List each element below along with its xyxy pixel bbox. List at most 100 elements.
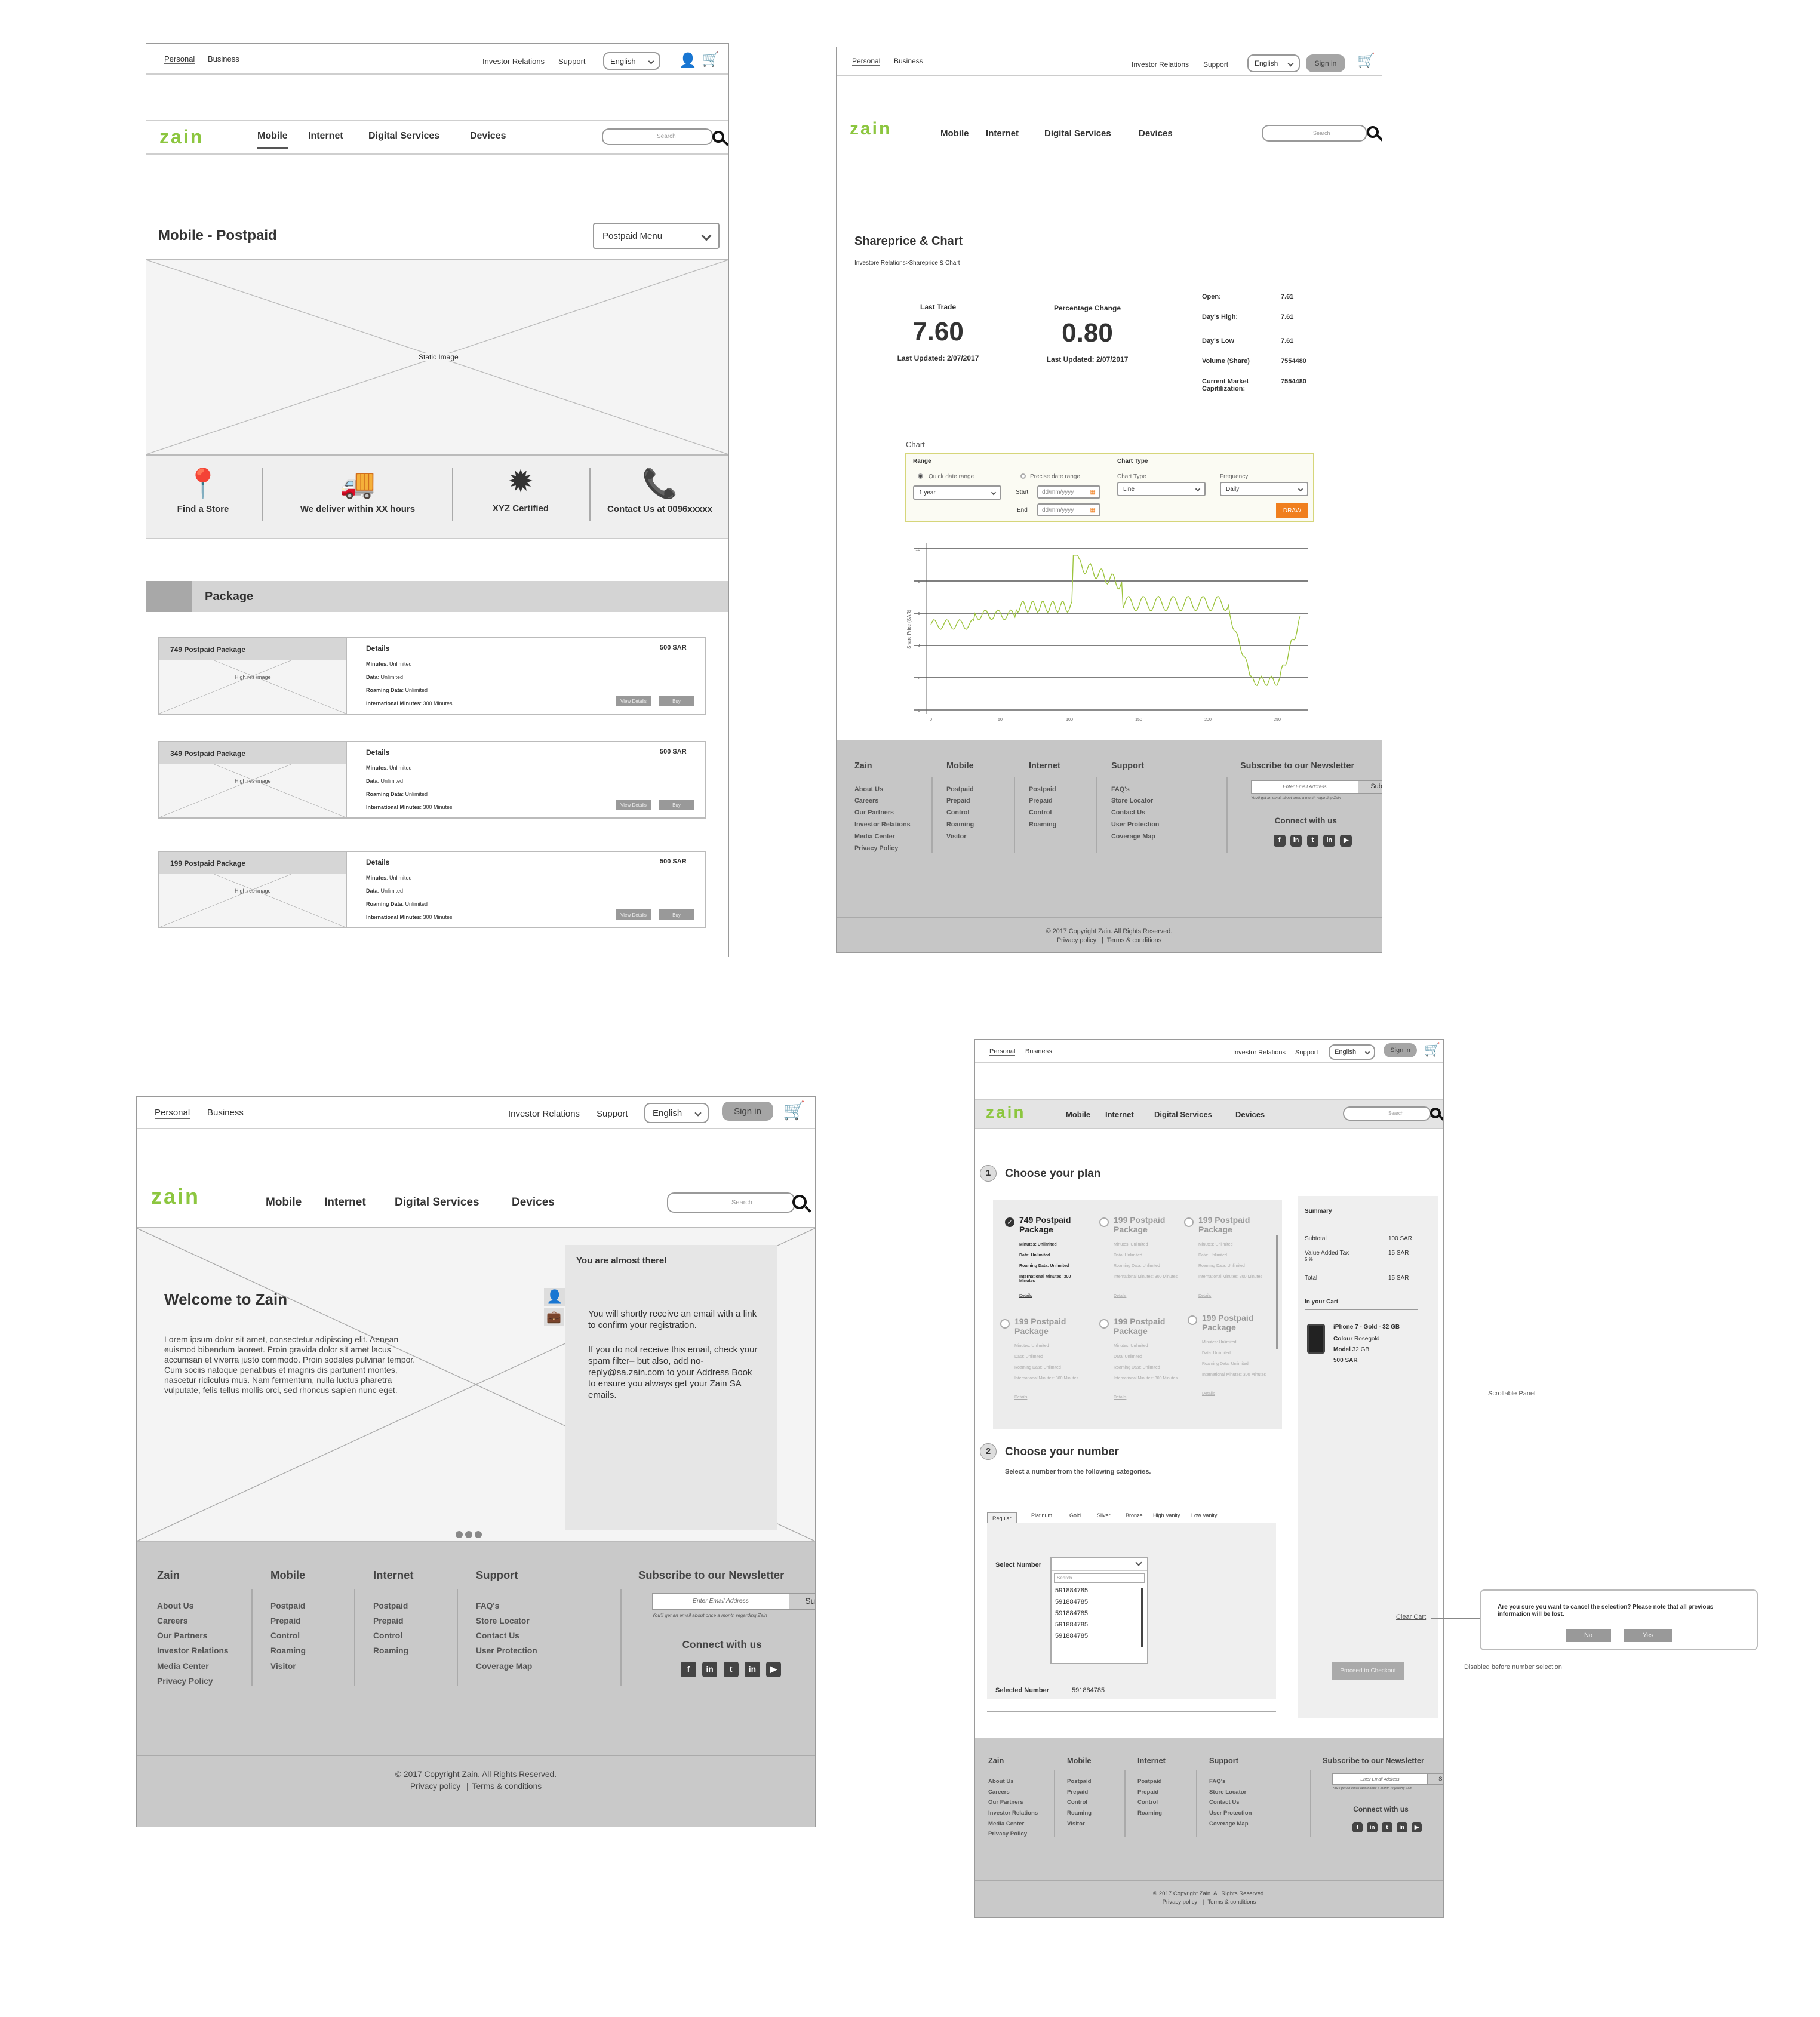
tab-business[interactable]: Business [1025,1048,1052,1055]
nav-internet[interactable]: Internet [324,1196,366,1209]
nav-mobile[interactable]: Mobile [940,128,969,139]
cart-icon[interactable]: 🛒 [783,1100,805,1121]
number-option[interactable]: 591884785 [1055,1585,1143,1597]
footer-link[interactable]: Control [1029,807,1060,819]
tab-personal[interactable]: Personal [155,1108,190,1119]
nav-internet[interactable]: Internet [1105,1110,1134,1119]
number-option[interactable]: 591884785 [1055,1631,1143,1642]
terms-link[interactable]: Terms & conditions [1107,937,1161,944]
plan-details-link[interactable]: Details [1202,1392,1215,1396]
email-input[interactable]: Enter Email Address [1252,781,1358,793]
email-input[interactable]: Enter Email Address [653,1594,789,1609]
tab-business[interactable]: Business [894,57,923,65]
footer-link[interactable]: Postpaid [1138,1776,1166,1787]
footer-link[interactable]: Prepaid [373,1613,413,1628]
nav-devices[interactable]: Devices [1139,128,1173,139]
nav-devices[interactable]: Devices [470,131,506,142]
footer-link[interactable]: Visitor [946,831,974,843]
footer-link[interactable]: Media Center [988,1819,1038,1830]
footer-link[interactable]: Prepaid [270,1613,306,1628]
privacy-link[interactable]: Privacy policy [1057,937,1096,944]
linkedin-icon-2[interactable]: in [1323,835,1336,847]
plan-scrollbar[interactable] [1276,1235,1278,1349]
footer-link[interactable]: About Us [854,784,911,796]
plan-details-link[interactable]: Details [1014,1395,1027,1400]
search-icon[interactable] [792,1195,807,1209]
footer-link[interactable]: Careers [157,1613,229,1628]
footer-link[interactable]: Visitor [270,1659,306,1674]
footer-link[interactable]: Roaming [1029,819,1060,831]
linkedin-icon-2[interactable]: in [1396,1822,1407,1833]
period-select[interactable]: 1 year [913,485,1001,500]
number-option[interactable]: 591884785 [1055,1608,1143,1619]
language-select[interactable]: English [1329,1044,1375,1060]
footer-link[interactable]: Privacy Policy [157,1674,229,1689]
footer-link[interactable]: Careers [854,795,911,807]
footer-link[interactable]: User Protection [1209,1808,1252,1819]
footer-link[interactable]: Our Partners [157,1628,229,1643]
clear-cart-link[interactable]: Clear Cart [1396,1613,1426,1621]
footer-link[interactable]: Postpaid [1029,784,1060,796]
footer-link[interactable]: Roaming [373,1643,413,1658]
footer-link[interactable]: About Us [157,1598,229,1613]
support-link[interactable]: Support [597,1109,628,1119]
number-category-tab[interactable]: Silver [1092,1510,1115,1521]
footer-link[interactable]: Investor Relations [988,1808,1038,1819]
nav-mobile[interactable]: Mobile [266,1196,302,1209]
frequency-select[interactable]: Daily [1220,482,1308,496]
twitter-icon[interactable]: t [1306,835,1319,847]
twitter-icon[interactable]: t [723,1662,739,1677]
number-search[interactable]: Search [1054,1573,1145,1583]
search-icon[interactable] [712,131,724,143]
view-details-button[interactable]: View Details [616,800,651,810]
zain-logo[interactable]: zain [159,126,204,148]
number-category-tab[interactable]: Low Vanity [1186,1510,1222,1521]
feature-contact[interactable]: 📞 Contact Us at 0096xxxxx [591,456,728,539]
search-input[interactable]: Search [1343,1106,1431,1121]
search-input[interactable]: Search [1262,125,1367,142]
footer-link[interactable]: Investor Relations [157,1643,229,1658]
zain-logo[interactable]: zain [850,119,891,139]
number-category-tab[interactable]: Regular [987,1512,1017,1524]
footer-link[interactable]: User Protection [476,1643,537,1658]
footer-link[interactable]: Prepaid [1029,795,1060,807]
nav-internet[interactable]: Internet [986,128,1019,139]
nav-internet[interactable]: Internet [308,131,343,142]
cart-icon[interactable]: 🛒 [1357,52,1375,69]
cart-icon[interactable]: 🛒 [1424,1042,1440,1057]
footer-link[interactable]: Roaming [946,819,974,831]
footer-link[interactable]: Coverage Map [1111,831,1159,843]
search-icon[interactable] [1367,126,1379,138]
terms-link[interactable]: Terms & conditions [472,1782,542,1791]
footer-link[interactable]: Control [270,1628,306,1643]
confirm-yes-button[interactable]: Yes [1624,1629,1672,1642]
number-category-tab[interactable]: Gold [1065,1510,1086,1521]
radio-icon[interactable] [1184,1217,1194,1227]
carousel-dots[interactable] [456,1530,482,1541]
number-category-tab[interactable]: Platinum [1026,1510,1057,1521]
quick-range-radio[interactable] [918,473,923,479]
draw-button[interactable]: DRAW [1276,503,1308,518]
footer-link[interactable]: User Protection [1111,819,1159,831]
search-icon[interactable] [1430,1108,1441,1118]
footer-link[interactable]: Prepaid [946,795,974,807]
nav-digital-services[interactable]: Digital Services [1044,128,1111,139]
footer-link[interactable]: Coverage Map [476,1659,537,1674]
footer-link[interactable]: Roaming [1138,1808,1166,1819]
footer-link[interactable]: Postpaid [373,1598,413,1613]
plan-details-link[interactable]: Details [1019,1294,1032,1298]
investor-relations-link[interactable]: Investor Relations [508,1109,580,1119]
sign-in-button[interactable]: Sign in [722,1102,773,1121]
footer-link[interactable]: Media Center [854,831,911,843]
nav-digital-services[interactable]: Digital Services [368,131,439,142]
number-category-tab[interactable]: High Vanity [1148,1510,1185,1521]
footer-link[interactable]: Careers [988,1787,1038,1798]
nav-digital-services[interactable]: Digital Services [395,1196,479,1209]
investor-relations-link[interactable]: Investor Relations [1132,60,1189,69]
radio-icon[interactable] [1188,1315,1197,1325]
facebook-icon[interactable]: f [1352,1822,1363,1833]
footer-link[interactable]: Roaming [1067,1808,1092,1819]
linkedin-icon-2[interactable]: in [745,1662,760,1677]
language-select[interactable]: English [644,1103,709,1123]
feature-delivery[interactable]: 🚚 We deliver within XX hours [263,456,452,539]
